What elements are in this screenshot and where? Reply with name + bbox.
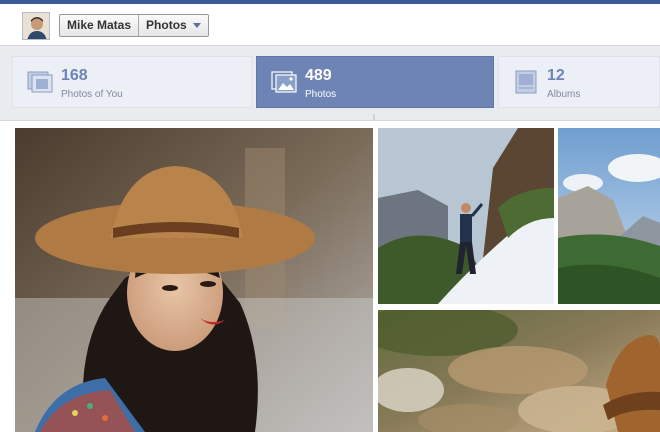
breadcrumb-section-label: Photos [146,18,187,32]
photos-icon [271,71,297,93]
tab-label: Albums [547,89,581,100]
photo-image [378,310,660,432]
albums-icon [515,70,537,94]
breadcrumb: Mike Matas Photos [59,14,209,37]
photo-rocks[interactable] [378,310,660,432]
page-header: Mike Matas Photos [0,4,660,46]
photo-image [15,128,373,432]
tab-label: Photos of You [61,89,123,100]
breadcrumb-user-label: Mike Matas [67,18,132,32]
tab-count: 168 [61,67,88,84]
tab-albums[interactable]: 12 Albums [498,56,660,108]
photo-valley[interactable] [558,128,660,304]
breadcrumb-section-dropdown[interactable]: Photos [138,15,208,36]
avatar-image [23,13,49,39]
photo-image [558,128,660,304]
breadcrumb-user[interactable]: Mike Matas [60,15,138,36]
chevron-down-icon [192,23,201,28]
tab-photos-of-you[interactable]: 168 Photos of You [12,56,252,108]
tab-count: 12 [547,67,565,84]
tab-photos[interactable]: 489 Photos [256,56,494,108]
tab-count: 489 [305,67,332,84]
photo-hiker[interactable] [378,128,554,304]
tab-label: Photos [305,89,337,100]
photo-image [378,128,554,304]
profile-avatar[interactable] [22,12,50,40]
photos-of-you-icon [27,71,53,93]
photo-tabs: 168 Photos of You 489 Photos 12 Albums [0,47,660,120]
photo-large[interactable] [15,128,373,432]
